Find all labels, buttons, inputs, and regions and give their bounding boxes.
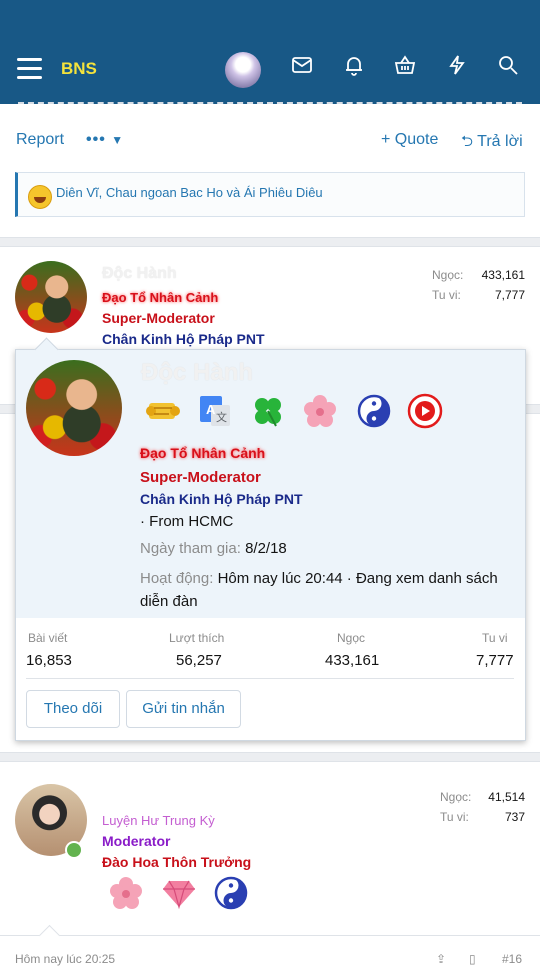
youtube-icon	[407, 393, 443, 429]
scroll-icon	[146, 403, 180, 419]
member-activity: Hoạt động: Hôm nay lúc 20:44 · Đang xem …	[140, 567, 518, 613]
member-location: · From HCMC	[140, 513, 234, 530]
send-message-button[interactable]: Gửi tin nhắn	[126, 690, 241, 728]
post-number[interactable]: #16	[502, 952, 522, 966]
post-separator	[0, 752, 540, 762]
stat-label-ngoc: Ngọc:	[440, 790, 472, 804]
joined-date: 8/2/18	[245, 540, 287, 557]
yin-yang-icon	[357, 394, 391, 428]
bolt-icon[interactable]	[446, 54, 468, 76]
follow-button[interactable]: Theo dõi	[26, 690, 120, 728]
stat-label-tuvi: Tu vi:	[432, 288, 461, 302]
stat-value-tuvi: 737	[504, 810, 525, 824]
stat-value-ngoc: 41,514	[488, 790, 525, 804]
yin-yang-icon	[214, 876, 248, 910]
chevron-down-icon: ▼	[111, 133, 125, 147]
member-avatar[interactable]	[26, 360, 122, 456]
stat-value-ngoc: 433,161	[325, 652, 380, 669]
divider	[26, 678, 514, 679]
menu-icon[interactable]	[17, 58, 42, 80]
member-joined: Ngày tham gia: 8/2/18	[140, 540, 287, 557]
user-role: Moderator	[102, 833, 171, 849]
report-link[interactable]: Report	[16, 131, 64, 149]
more-dots-icon: •••	[86, 131, 106, 148]
post-separator	[0, 237, 540, 247]
bell-icon[interactable]	[343, 54, 365, 76]
reply-icon: ⮌	[461, 133, 474, 150]
stat-label-posts: Bài viết	[28, 631, 68, 645]
stat-label-likes: Lượt thích	[169, 631, 225, 645]
stat-label-ngoc: Ngọc:	[432, 268, 464, 282]
translate-icon: A文	[200, 396, 230, 426]
site-logo[interactable]: BNS	[61, 59, 97, 79]
quote-button[interactable]: + Quote	[381, 131, 438, 149]
clover-icon	[255, 398, 281, 427]
user-role: Super-Moderator	[102, 310, 215, 326]
member-role: Super-Moderator	[140, 469, 261, 486]
top-navigation-bar: BNS	[0, 0, 540, 104]
member-group: Chân Kinh Hộ Pháp PNT	[140, 491, 303, 507]
cherry-blossom-icon	[110, 877, 142, 909]
member-card-header: Độc Hành A文 Đạo Tổ Nhân Cảnh Super-Moder…	[16, 337, 525, 618]
post-actions: Report ••• ▼ + Quote ⮌ Trả lời	[0, 130, 540, 154]
user-avatar[interactable]	[15, 261, 87, 333]
stat-value-ngoc: 433,161	[481, 268, 525, 282]
divider	[18, 102, 522, 104]
more-options-button[interactable]: ••• ▼	[86, 131, 124, 149]
stat-value-likes[interactable]: 56,257	[176, 652, 222, 669]
stat-value-tuvi: 7,777	[476, 652, 514, 669]
user-avatar[interactable]	[225, 52, 261, 88]
reactions-bar[interactable]: Diên Vĩ, Chau ngoan Bac Ho và Ái Phiêu D…	[15, 172, 525, 217]
svg-text:A: A	[206, 402, 216, 417]
stat-label-ngoc: Ngọc	[337, 631, 366, 645]
message-arrow	[38, 924, 61, 947]
basket-icon[interactable]	[394, 54, 416, 76]
activity-label: Hoạt động:	[140, 570, 214, 587]
cherry-blossom-icon	[304, 395, 336, 427]
user-group: Đào Hoa Thôn Trưởng	[102, 854, 252, 870]
reply-label: Trả lời	[477, 133, 523, 150]
share-icon[interactable]: ⇪	[436, 952, 446, 966]
member-tooltip-card: Độc Hành A文 Đạo Tổ Nhân Cảnh Super-Moder…	[15, 337, 526, 741]
reactions-list[interactable]: Diên Vĩ, Chau ngoan Bac Ho và Ái Phiêu D…	[56, 185, 323, 200]
stat-label-tuvi: Tu vi	[482, 631, 508, 645]
stat-value-tuvi: 7,777	[494, 288, 525, 302]
search-icon[interactable]	[497, 54, 519, 76]
username[interactable]: Độc Hành	[102, 265, 177, 283]
user-title: Đạo Tổ Nhân Cảnh	[102, 290, 219, 305]
member-username[interactable]: Độc Hành	[141, 359, 253, 387]
laughing-emoji-icon	[28, 185, 52, 209]
online-status-icon	[65, 841, 83, 859]
tooltip-arrow	[34, 337, 59, 362]
divider	[0, 935, 540, 936]
joined-label: Ngày tham gia:	[140, 540, 241, 557]
post-timestamp[interactable]: Hôm nay lúc 20:25	[15, 952, 115, 966]
reply-button[interactable]: ⮌ Trả lời	[461, 131, 523, 156]
member-title: Đạo Tổ Nhân Cảnh	[140, 445, 266, 461]
bookmark-icon[interactable]: ▯	[469, 952, 476, 966]
stat-label-tuvi: Tu vi:	[440, 810, 469, 824]
svg-text:文: 文	[216, 410, 227, 424]
stat-value-posts[interactable]: 16,853	[26, 652, 72, 669]
username[interactable]: Luyện Hư Trung Kỳ	[102, 813, 215, 828]
user-group: Chân Kinh Hộ Pháp PNT	[102, 331, 265, 347]
mail-icon[interactable]	[291, 54, 313, 76]
diamond-icon	[163, 880, 195, 910]
